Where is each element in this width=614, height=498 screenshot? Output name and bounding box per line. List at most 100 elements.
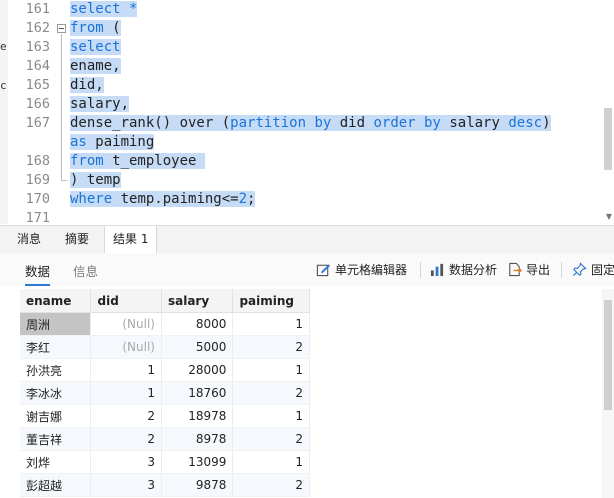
column-header-ename[interactable]: ename (20, 289, 92, 313)
cell-did[interactable]: 1 (90, 358, 162, 382)
toolbar-divider (561, 262, 562, 278)
subtab-info[interactable]: 信息 (73, 261, 98, 280)
sql-text: ) (542, 115, 551, 131)
line-number: 165 (25, 77, 50, 93)
cell-salary[interactable]: 18760 (161, 381, 234, 405)
fold-guide-end (61, 180, 67, 181)
cell-salary[interactable]: 13099 (161, 450, 234, 474)
cell-paiming[interactable]: 1 (232, 450, 310, 474)
sql-editor[interactable]: e c 161 162 163 164 165 166 167 168 169 … (0, 0, 614, 224)
subtab-data[interactable]: 数据 (25, 261, 51, 286)
pin-button[interactable]: 固定 (572, 261, 614, 278)
sql-text: ) temp (70, 172, 121, 188)
code-line[interactable]: did, (70, 76, 104, 95)
cell-ename[interactable]: 孙洪亮 (20, 358, 92, 382)
line-number: 171 (25, 210, 50, 224)
code-line[interactable]: ) temp (70, 171, 121, 190)
table-row[interactable]: 谢吉娜 2 18978 1 (20, 404, 310, 428)
code-line[interactable]: from t_employee (70, 152, 205, 171)
line-number: 161 (25, 1, 50, 17)
cell-paiming[interactable]: 1 (232, 312, 310, 336)
line-number: 162 (25, 20, 50, 36)
line-number: 166 (25, 96, 50, 112)
cell-salary[interactable]: 9878 (161, 473, 234, 497)
cell-salary[interactable]: 5000 (161, 335, 234, 359)
fold-toggle-icon[interactable] (57, 24, 66, 33)
cell-salary[interactable]: 18978 (161, 404, 234, 428)
tab-result-1[interactable]: 结果 1 (104, 226, 158, 254)
cell-paiming[interactable]: 2 (232, 427, 310, 451)
cell-paiming[interactable]: 2 (232, 381, 310, 405)
cell-ename[interactable]: 谢吉娜 (20, 404, 92, 428)
cell-ename[interactable]: 李冰冰 (20, 381, 92, 405)
cell-did[interactable]: 3 (90, 450, 162, 474)
editor-scrollbar[interactable] (604, 108, 612, 170)
line-number: 164 (25, 58, 50, 74)
cell-ename[interactable]: 周洲 (20, 312, 92, 336)
cell-did[interactable]: 2 (90, 427, 162, 451)
export-label: 导出 (526, 263, 551, 277)
cell-did[interactable]: (Null) (90, 312, 162, 336)
code-line[interactable]: select * (70, 0, 138, 19)
data-analysis-button[interactable]: 数据分析 (430, 261, 497, 278)
cell-did[interactable]: 2 (90, 404, 162, 428)
table-row[interactable]: 李红 (Null) 5000 2 (20, 335, 310, 359)
sql-text: paiming (86, 134, 155, 150)
cell-paiming[interactable]: 2 (232, 473, 310, 497)
grid-scrollbar[interactable] (604, 300, 612, 410)
cell-did[interactable]: (Null) (90, 335, 162, 359)
sql-text: salary, (70, 96, 130, 112)
table-row[interactable]: 彭超越 3 9878 2 (20, 473, 310, 497)
cell-editor-button[interactable]: 单元格编辑器 (316, 261, 407, 278)
column-header-salary[interactable]: salary (161, 289, 234, 313)
column-header-did[interactable]: did (90, 289, 162, 313)
table-row[interactable]: 孙洪亮 1 28000 1 (20, 358, 310, 382)
code-line[interactable]: dense_rank() over (partition by did orde… (70, 114, 551, 133)
code-line[interactable]: as paiming (70, 133, 155, 152)
sql-keyword: desc (508, 115, 543, 131)
sql-text: ( (103, 20, 121, 36)
sql-keyword: partition by (230, 115, 332, 131)
pin-icon (573, 262, 587, 276)
sql-keyword: from (70, 153, 104, 169)
cell-did[interactable]: 1 (90, 381, 162, 405)
code-line[interactable]: where temp.paiming<=2; (70, 190, 256, 209)
tab-messages[interactable]: 消息 (17, 226, 41, 253)
export-button[interactable]: 导出 (507, 261, 550, 278)
table-row[interactable]: 刘烨 3 13099 1 (20, 450, 310, 474)
cell-paiming[interactable]: 1 (232, 358, 310, 382)
bar-chart-icon (430, 263, 444, 277)
line-number: 169 (25, 172, 50, 188)
sql-text: did, (70, 77, 104, 93)
code-line[interactable]: from ( (70, 19, 121, 38)
code-line[interactable]: select (70, 38, 121, 57)
column-header-paiming[interactable]: paiming (232, 289, 310, 313)
sql-keyword: from (70, 20, 104, 36)
table-row[interactable]: 李冰冰 1 18760 2 (20, 381, 310, 405)
sql-keyword: as (70, 134, 87, 150)
edit-pencil-icon (316, 264, 331, 277)
cell-paiming[interactable]: 2 (232, 335, 310, 359)
cell-salary[interactable]: 8978 (161, 427, 234, 451)
sql-text: ename, (70, 58, 121, 74)
result-grid: ename did salary paiming 周洲 (Null) 8000 1 李红… (20, 289, 310, 497)
code-line[interactable]: ename, (70, 57, 121, 76)
cell-ename[interactable]: 李红 (20, 335, 92, 359)
cell-paiming[interactable]: 1 (232, 404, 310, 428)
cell-did[interactable]: 3 (90, 473, 162, 497)
table-row[interactable]: 董吉祥 2 8978 2 (20, 427, 310, 451)
cell-salary[interactable]: 8000 (161, 312, 234, 336)
code-line[interactable]: salary, (70, 95, 130, 114)
line-number: 163 (25, 39, 50, 55)
table-row[interactable]: 周洲 (Null) 8000 1 (20, 312, 310, 336)
sql-text: dense_rank() over ( (70, 115, 231, 131)
cell-ename[interactable]: 彭超越 (20, 473, 92, 497)
sql-text: ; (247, 191, 256, 207)
cell-ename[interactable]: 刘烨 (20, 450, 92, 474)
left-clip-text: c (0, 79, 7, 92)
tab-summary[interactable]: 摘要 (65, 226, 89, 253)
cell-ename[interactable]: 董吉祥 (20, 427, 92, 451)
cell-salary[interactable]: 28000 (161, 358, 234, 382)
sql-text: salary (440, 115, 509, 131)
scroll-down-arrow-icon[interactable]: ▼ (606, 212, 612, 221)
